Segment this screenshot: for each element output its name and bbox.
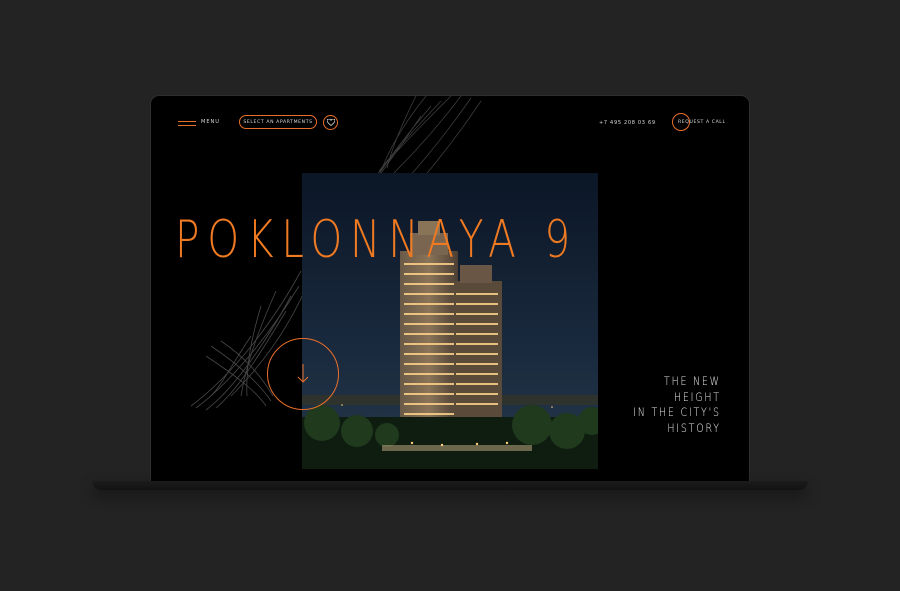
request-call-button[interactable]: REQUEST A CALL bbox=[672, 113, 726, 131]
phone-number[interactable]: +7 495 208 03 69 bbox=[599, 120, 656, 126]
tagline-line: HISTORY bbox=[667, 420, 721, 435]
arrow-down-icon bbox=[297, 364, 309, 383]
laptop-screen: MENU SELECT AN APARTMENTS +7 495 208 03 … bbox=[151, 96, 749, 482]
tagline-line: THE NEW bbox=[664, 374, 721, 388]
heart-icon bbox=[326, 119, 335, 126]
scroll-down-button[interactable] bbox=[267, 338, 339, 410]
favorites-button[interactable] bbox=[323, 115, 338, 130]
request-call-label: REQUEST A CALL bbox=[678, 120, 726, 125]
hero-tagline: THE NEW HEIGHT IN THE CITY'S HISTORY bbox=[633, 374, 721, 436]
hamburger-icon bbox=[178, 121, 196, 122]
tagline-line: IN THE CITY'S bbox=[633, 405, 721, 419]
select-apartments-button[interactable]: SELECT AN APARTMENTS bbox=[239, 115, 317, 129]
menu-label: MENU bbox=[201, 119, 220, 125]
tagline-line: HEIGHT bbox=[674, 389, 721, 404]
laptop-base bbox=[92, 481, 808, 490]
menu-button[interactable]: MENU bbox=[178, 117, 242, 129]
hamburger-icon-line bbox=[178, 125, 196, 126]
hero-title: POKLONNAYA 9 bbox=[175, 210, 579, 270]
